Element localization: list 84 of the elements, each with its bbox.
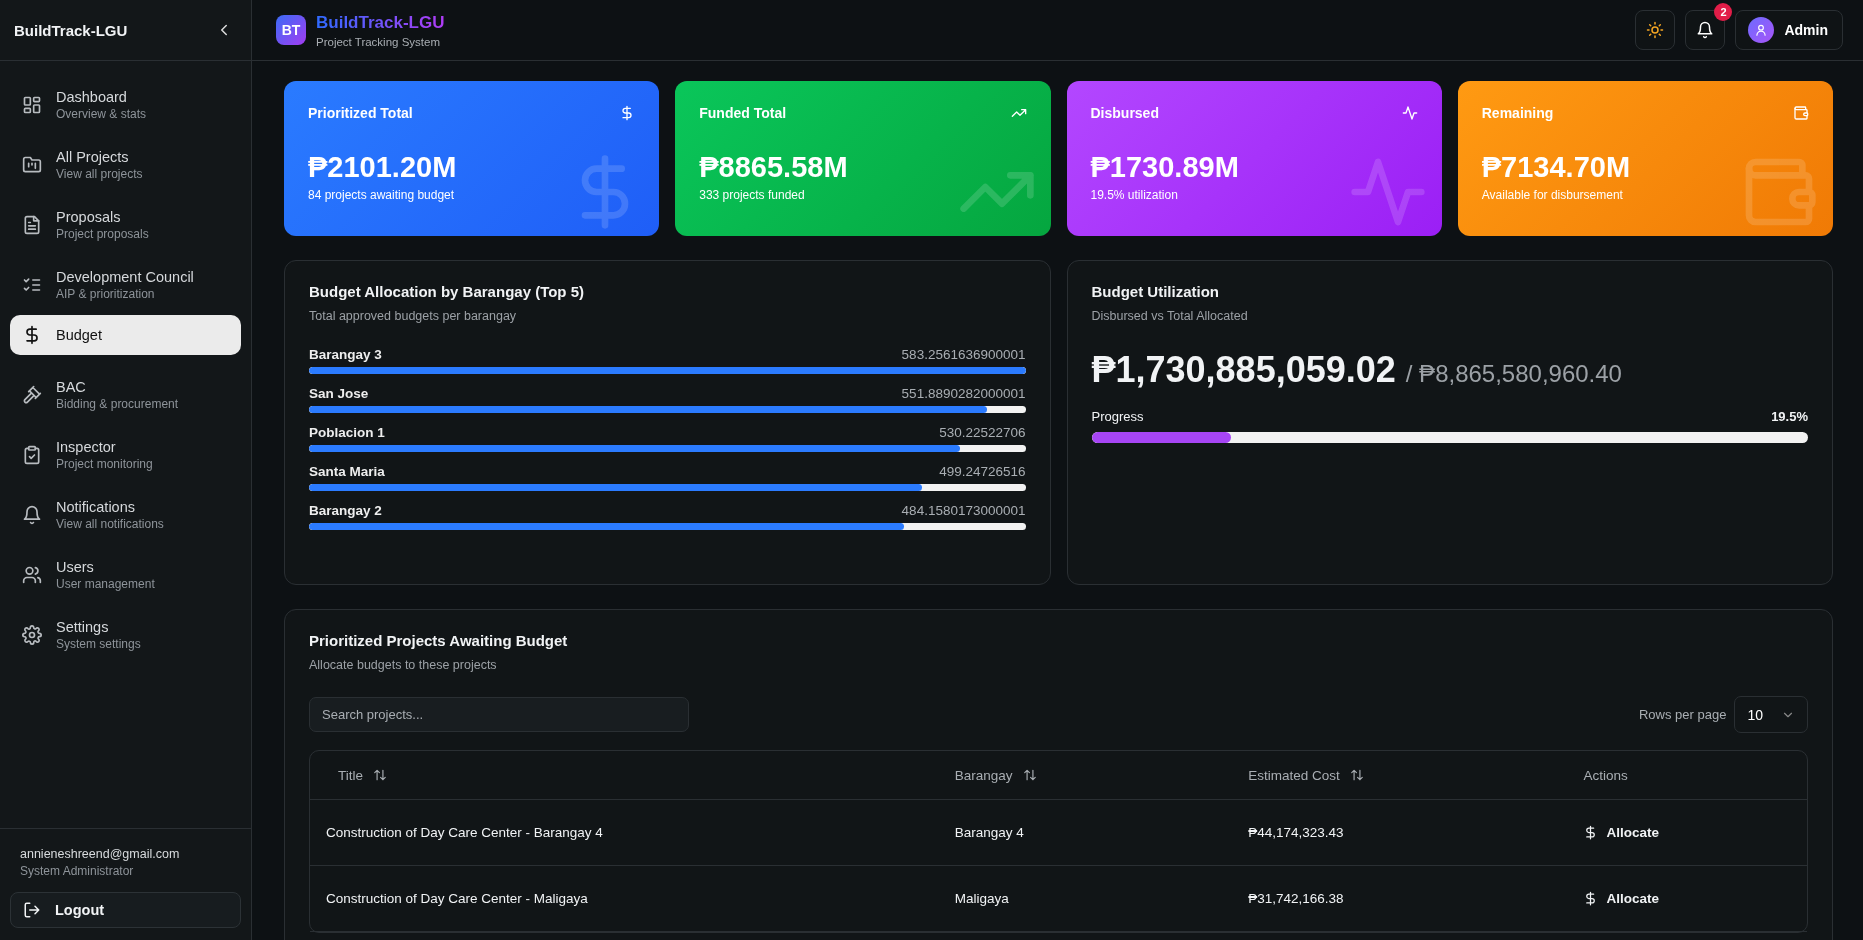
disbursed-amount: ₱1,730,885,059.02	[1091, 349, 1396, 391]
sidebar-item[interactable]: All Projects View all projects	[10, 135, 241, 195]
progress-label: Progress	[1091, 409, 1144, 424]
theme-toggle-button[interactable]	[1635, 10, 1676, 50]
notifications-button[interactable]	[1685, 10, 1726, 50]
barangay-amount: 499.24726516	[939, 464, 1026, 479]
rows-per-page-select[interactable]: 10	[1734, 696, 1808, 733]
wallet-icon	[1793, 105, 1809, 121]
barangay-amount: 484.1580173000001	[901, 503, 1026, 518]
column-header[interactable]: Title	[338, 767, 363, 783]
sidebar-brand: BuildTrack-LGU	[14, 21, 128, 39]
user-menu-button[interactable]: Admin	[1735, 10, 1843, 50]
barangay-amount: 583.2561636900001	[901, 347, 1026, 362]
clipboard-check-icon	[22, 445, 42, 465]
stat-title: Funded Total	[699, 105, 787, 121]
stat-note: Available for disbursement	[1481, 188, 1624, 202]
panel-subtitle: Total approved budgets per barangay	[309, 309, 518, 323]
app-logo: BT	[276, 15, 306, 45]
app-subtitle: Project Tracking System	[316, 35, 441, 48]
stat-value: ₱2101.20M	[308, 151, 458, 184]
user-email: annieneshreend@gmail.com	[19, 847, 181, 861]
panel-title: Budget Allocation by Barangay (Top 5)	[309, 283, 586, 300]
table-cell-text: Construction of Day Care Center - Barangay 4	[325, 825, 604, 840]
settings-icon	[22, 625, 42, 645]
column-header[interactable]: Estimated Cost	[1248, 767, 1340, 783]
user-icon	[1754, 23, 1769, 37]
progress-percent: 19.5%	[1771, 409, 1808, 424]
document-icon	[22, 215, 42, 235]
sidebar-item[interactable]: Notifications View all notifications	[10, 485, 241, 545]
panel-subtitle: Disbursed vs Total Allocated	[1091, 309, 1249, 323]
panel-subtitle: Allocate budgets to these projects	[309, 658, 498, 672]
stat-note: 84 projects awaiting budget	[308, 188, 456, 202]
barangay-amount: 530.22522706	[939, 425, 1026, 440]
rows-per-page-label: Rows per page	[1638, 707, 1727, 722]
allocate-button[interactable]: Allocate	[1583, 825, 1659, 840]
stat-title: Remaining	[1481, 105, 1554, 121]
sort-icon	[1022, 768, 1037, 782]
column-header[interactable]: Barangay	[954, 767, 1013, 783]
stat-title: Prioritized Total	[308, 105, 413, 121]
barangay-name: Barangay 2	[309, 503, 382, 518]
sidebar-item[interactable]: Inspector Project monitoring	[10, 425, 241, 485]
bell-icon	[22, 505, 42, 525]
logout-button[interactable]: Logout	[10, 892, 241, 928]
table-cell-text: Construction of Day Care Center - Maligaya	[325, 891, 589, 906]
sidebar-item[interactable]: Settings System settings	[10, 605, 241, 665]
sidebar-item[interactable]: Dashboard Overview & stats	[10, 75, 241, 135]
panel-title: Budget Utilization	[1091, 283, 1220, 300]
pulse-icon	[1401, 105, 1418, 121]
logout-icon	[23, 901, 41, 919]
sidebar-item[interactable]: BAC Bidding & procurement	[10, 365, 241, 425]
total-allocated-amount: / ₱8,865,580,960.40	[1405, 360, 1622, 388]
users-icon	[22, 565, 42, 585]
folder-icon	[22, 155, 42, 175]
barangay-name: Poblacion 1	[309, 425, 385, 440]
user-role: System Administrator	[19, 864, 135, 878]
barangay-name: Barangay 3	[309, 347, 382, 362]
column-header: Actions	[1583, 767, 1628, 783]
notification-badge: 2	[1714, 3, 1733, 21]
barangay-amount: 551.8890282000001	[901, 386, 1026, 401]
sun-icon	[1646, 21, 1665, 39]
dashboard-icon	[22, 95, 42, 115]
panel-title: Prioritized Projects Awaiting Budget	[309, 632, 569, 649]
table-cell-text: ₱44,174,323.43	[1247, 825, 1345, 840]
sidebar-item[interactable]: Development Council AIP & prioritization	[10, 255, 241, 315]
stat-title: Disbursed	[1090, 105, 1159, 121]
stat-note: 333 projects funded	[699, 188, 806, 202]
table-cell-text: Barangay 4	[953, 825, 1025, 840]
stat-value: ₱1730.89M	[1090, 151, 1240, 184]
sort-icon	[1349, 768, 1364, 782]
barangay-name: San Jose	[309, 386, 369, 401]
sidebar-item[interactable]: Proposals Project proposals	[10, 195, 241, 255]
allocate-button[interactable]: Allocate	[1583, 891, 1659, 906]
sort-icon	[373, 768, 387, 782]
sidebar-item[interactable]: Budget	[10, 315, 241, 355]
search-field[interactable]: Search projects...	[309, 697, 689, 732]
table-cell-text: Maligaya	[953, 891, 1010, 906]
sidebar-item[interactable]: Users User management	[10, 545, 241, 605]
table-cell-text: ₱31,742,166.38	[1247, 891, 1345, 906]
barangay-name: Santa Maria	[309, 464, 385, 479]
stat-value: ₱8865.58M	[699, 151, 849, 184]
stat-note: 19.5% utilization	[1090, 188, 1179, 202]
gavel-icon	[22, 385, 42, 405]
stat-value: ₱7134.70M	[1481, 151, 1632, 184]
bell-icon	[1696, 21, 1715, 39]
